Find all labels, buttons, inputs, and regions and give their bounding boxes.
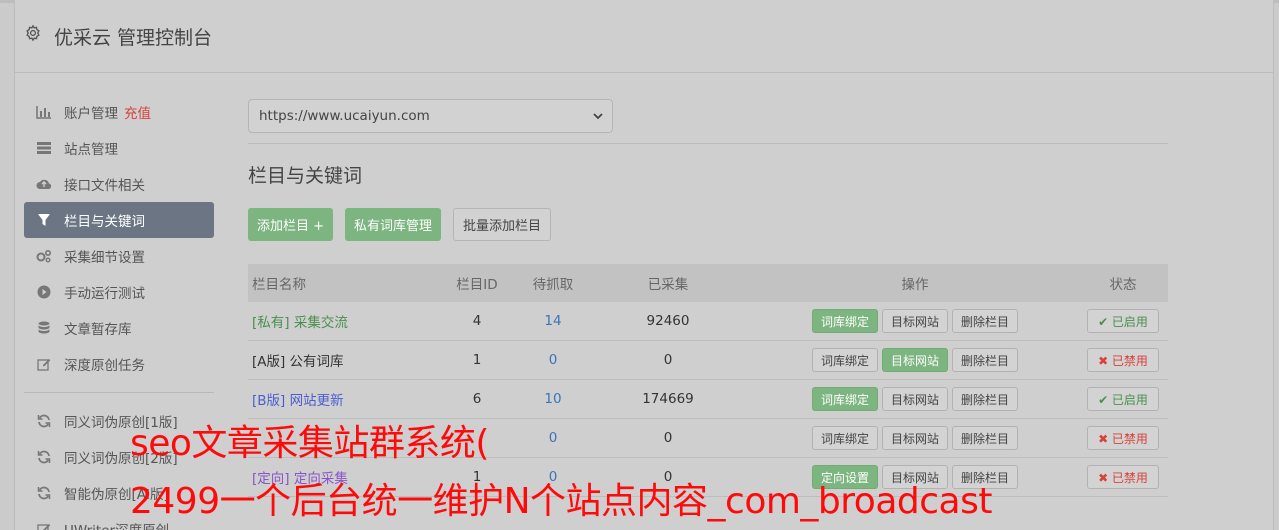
delete-column-button[interactable]: 删除栏目 xyxy=(952,426,1019,450)
sidebar-item-label: 栏目与关键词 xyxy=(64,214,145,230)
column-id: 1 xyxy=(472,352,482,368)
add-column-button[interactable]: 添加栏目 + xyxy=(248,208,334,241)
sidebar-item-label: 接口文件相关 xyxy=(64,178,145,194)
bar-chart-icon xyxy=(36,104,52,120)
column-name[interactable]: [B版] 网站更新 xyxy=(248,389,432,409)
collected-count: 0 xyxy=(663,430,673,446)
collected-count: 174669 xyxy=(642,391,694,407)
actions-cell: 词库绑定 目标网站 删除栏目 xyxy=(752,309,1078,333)
table-row: [A版] 公有词库 1 0 0 词库绑定 目标网站 删除栏目 ✖ 已禁用 xyxy=(248,341,1168,380)
column-name[interactable]: [A版] 公有词库 xyxy=(248,350,432,370)
collected-count: 0 xyxy=(663,352,673,368)
target-site-button[interactable]: 目标网站 xyxy=(881,387,948,411)
sidebar-divider xyxy=(24,392,214,393)
overlay-caption-line2: 2499一个后台统一维护N个站点内容_com_broadcast xyxy=(130,481,992,522)
section-title: 栏目与关键词 xyxy=(248,165,363,187)
refresh-icon xyxy=(36,413,52,429)
refresh-icon xyxy=(36,449,52,465)
chevron-down-icon xyxy=(593,113,603,120)
column-id: 4 xyxy=(472,313,482,329)
sidebar-item-label: 账户管理 xyxy=(64,106,118,122)
header-cell: 栏目ID xyxy=(456,277,498,293)
status-enabled-button[interactable]: ✔ 已启用 xyxy=(1087,309,1159,333)
gears-icon xyxy=(36,248,52,264)
column-id: 6 xyxy=(472,391,482,407)
target-site-button[interactable]: 目标网站 xyxy=(881,309,948,333)
column-name[interactable]: [私有] 采集交流 xyxy=(248,311,432,331)
pending-count[interactable]: 0 xyxy=(522,430,584,446)
delete-column-button[interactable]: 删除栏目 xyxy=(952,348,1019,372)
header-cell: 状态 xyxy=(1109,277,1137,293)
lexicon-bind-button[interactable]: 词库绑定 xyxy=(811,348,878,372)
status-disabled-button[interactable]: ✖ 已禁用 xyxy=(1087,348,1159,372)
target-site-button[interactable]: 目标网站 xyxy=(881,426,948,450)
sidebar-item-manual-run[interactable]: 手动运行测试 xyxy=(24,274,214,310)
main-content: https://www.ucaiyun.com 栏目与关键词 添加栏目 + 私有… xyxy=(248,99,1168,497)
collected-count: 92460 xyxy=(646,313,690,329)
private-lexicon-button[interactable]: 私有词库管理 xyxy=(345,208,442,241)
database-icon xyxy=(36,320,52,336)
pending-count[interactable]: 10 xyxy=(522,391,584,407)
edit-icon xyxy=(36,521,52,530)
pending-count[interactable]: 0 xyxy=(522,352,584,368)
lexicon-bind-button[interactable]: 词库绑定 xyxy=(811,309,878,333)
cloud-upload-icon xyxy=(36,176,52,192)
actions-cell: 词库绑定 目标网站 删除栏目 xyxy=(752,387,1078,411)
overlay-caption-line1: seo文章采集站群系统( xyxy=(130,423,489,464)
delete-column-button[interactable]: 删除栏目 xyxy=(952,309,1019,333)
sidebar-item-deep-rewrite[interactable]: 深度原创任务 xyxy=(24,346,214,382)
header: 优采云 管理控制台 xyxy=(14,3,1274,73)
sidebar-item-label: 手动运行测试 xyxy=(64,286,145,302)
status-disabled-button[interactable]: ✖ 已禁用 xyxy=(1087,426,1159,450)
table-row: [私有] 采集交流 4 14 92460 词库绑定 目标网站 删除栏目 ✔ 已启… xyxy=(248,302,1168,341)
header-cell: 待抓取 xyxy=(532,277,574,293)
sidebar-item-interface[interactable]: 接口文件相关 xyxy=(24,166,214,202)
site-select-value: https://www.ucaiyun.com xyxy=(259,108,430,124)
status-disabled-button[interactable]: ✖ 已禁用 xyxy=(1087,465,1159,489)
header-cell: 操作 xyxy=(901,277,929,293)
site-select[interactable]: https://www.ucaiyun.com xyxy=(248,99,613,133)
actions-cell: 词库绑定 目标网站 删除栏目 xyxy=(752,426,1078,450)
delete-column-button[interactable]: 删除栏目 xyxy=(952,387,1019,411)
recharge-link[interactable]: 充值 xyxy=(124,102,151,122)
sidebar-item-columns[interactable]: 栏目与关键词 xyxy=(24,202,214,238)
header-cell: 栏目名称 xyxy=(252,277,306,293)
app-title: 优采云 管理控制台 xyxy=(54,27,213,49)
divider xyxy=(248,143,1168,144)
sidebar-item-label: 采集细节设置 xyxy=(64,250,145,266)
header-cell: 已采集 xyxy=(647,277,689,293)
sidebar-item-account[interactable]: 账户管理 充值 xyxy=(24,94,214,130)
edit-icon xyxy=(36,356,52,372)
target-site-button[interactable]: 目标网站 xyxy=(881,348,948,372)
play-circle-icon xyxy=(36,284,52,300)
sidebar-item-sites[interactable]: 站点管理 xyxy=(24,130,214,166)
status-enabled-button[interactable]: ✔ 已启用 xyxy=(1087,387,1159,411)
sidebar-item-collect-settings[interactable]: 采集细节设置 xyxy=(24,238,214,274)
batch-add-button[interactable]: 批量添加栏目 xyxy=(453,208,552,241)
sidebar-item-label: 深度原创任务 xyxy=(64,358,145,374)
filter-icon xyxy=(36,212,52,228)
toolbar: 添加栏目 + 私有词库管理 批量添加栏目 xyxy=(248,208,552,241)
pending-count[interactable]: 14 xyxy=(522,313,584,329)
gear-icon xyxy=(26,24,40,42)
sidebar-item-label: 站点管理 xyxy=(64,142,118,158)
table-header: 栏目名称 栏目ID 待抓取 已采集 操作 状态 xyxy=(248,264,1168,302)
actions-cell: 词库绑定 目标网站 删除栏目 xyxy=(752,348,1078,372)
lexicon-bind-button[interactable]: 词库绑定 xyxy=(811,426,878,450)
sidebar-item-article-store[interactable]: 文章暂存库 xyxy=(24,310,214,346)
refresh-icon xyxy=(36,485,52,501)
server-icon xyxy=(36,140,52,156)
sidebar-item-label: 文章暂存库 xyxy=(64,322,132,338)
lexicon-bind-button[interactable]: 词库绑定 xyxy=(811,387,878,411)
